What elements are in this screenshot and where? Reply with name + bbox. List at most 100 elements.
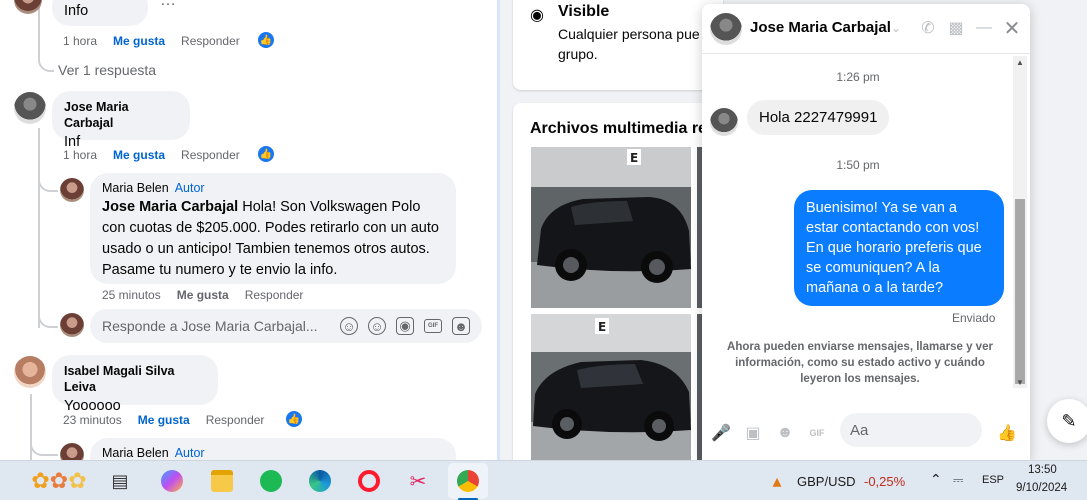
comment-author-line: Maria Belen Autor <box>102 445 444 460</box>
thumbs-up-icon[interactable]: 👍 <box>996 422 1018 444</box>
column-divider <box>497 0 500 460</box>
emoji-icon[interactable]: ☺ <box>368 317 386 335</box>
video-call-icon[interactable]: ▩ <box>946 18 966 38</box>
contact-name[interactable]: Jose Maria Carbajal <box>750 19 891 36</box>
message-placeholder: Aa <box>850 421 869 439</box>
new-message-button[interactable]: ✎ <box>1047 399 1087 443</box>
thread-curve <box>38 160 58 192</box>
gif-icon[interactable]: GIF <box>806 422 828 444</box>
spotify-icon[interactable] <box>256 466 286 496</box>
file-explorer-icon[interactable] <box>207 466 237 496</box>
mention-link[interactable]: Jose Maria Carbajal <box>102 199 238 215</box>
compose-icon: ✎ <box>1061 410 1077 431</box>
thread-curve <box>38 300 58 328</box>
leaf-icon: ✿ <box>68 468 87 493</box>
like-link[interactable]: Me gusta <box>113 148 165 162</box>
visibility-desc-line: Cualquier persona pue <box>558 26 700 42</box>
microphone-icon[interactable]: 🎤 <box>710 422 732 444</box>
avatar[interactable] <box>60 443 84 460</box>
clock-time[interactable]: 13:50 <box>1028 464 1057 476</box>
edge-logo <box>309 470 331 492</box>
minimize-icon[interactable]: — <box>974 18 994 38</box>
my-avatar[interactable] <box>60 313 84 337</box>
photo-icon[interactable]: ▣ <box>742 422 764 444</box>
author-badge: Autor <box>174 446 205 460</box>
contact-avatar[interactable] <box>710 13 742 45</box>
reply-link[interactable]: Responder <box>181 34 240 48</box>
chevron-up-icon[interactable]: ⌃ <box>930 471 942 488</box>
car-photo-image: E <box>531 147 691 308</box>
chevron-down-icon[interactable]: ⌄ <box>886 18 906 38</box>
sticker-icon[interactable]: ☻ <box>774 422 796 444</box>
avatar[interactable] <box>14 92 46 124</box>
message-input[interactable]: Aa <box>840 413 982 447</box>
avatar[interactable] <box>14 356 46 388</box>
comment-time[interactable]: 1 hora <box>63 34 97 48</box>
comment-time[interactable]: 1 hora <box>63 148 97 162</box>
svg-text:E: E <box>630 151 638 165</box>
camera-icon[interactable]: ◉ <box>396 317 414 335</box>
comment-time[interactable]: 25 minutos <box>102 288 161 302</box>
comment-author[interactable]: Maria Belen <box>102 446 169 460</box>
comment-bubble: Jose Maria Carbajal Inf <box>52 91 190 150</box>
opera-icon[interactable] <box>354 466 384 496</box>
more-options-icon[interactable]: … <box>160 0 177 10</box>
gif-icon[interactable]: GIF <box>424 319 442 333</box>
eye-icon: ◉ <box>530 7 544 24</box>
chat-window: Jose Maria Carbajal ⌄ ✆ ▩ — ✕ 1:26 pm Ho… <box>702 4 1030 460</box>
reply-link[interactable]: Responder <box>181 148 240 162</box>
comment-author[interactable]: Maria Belen <box>102 181 169 195</box>
phone-icon[interactable]: ✆ <box>918 18 938 38</box>
avatar-sticker-icon[interactable]: ☺ <box>340 317 358 335</box>
screen: Info … 1 hora Me gusta Responder 👍 Ver 1… <box>0 0 1087 500</box>
scroll-down-arrow[interactable]: ▼ <box>1016 378 1024 387</box>
view-replies-link[interactable]: Ver 1 respuesta <box>58 62 156 78</box>
like-reaction-icon[interactable]: 👍 <box>257 31 275 49</box>
comment-text: Yoooooo <box>64 398 121 414</box>
task-view-icon[interactable]: ▤ <box>105 466 135 496</box>
scrollbar-thumb[interactable] <box>1015 199 1025 384</box>
like-link[interactable]: Me gusta <box>177 288 229 302</box>
scroll-up-arrow[interactable]: ▲ <box>1016 58 1024 67</box>
currency-pair[interactable]: GBP/USD <box>797 474 856 489</box>
snipping-tool-icon[interactable]: ✂ <box>403 466 433 496</box>
close-icon[interactable]: ✕ <box>1002 18 1022 40</box>
comment-author[interactable]: Isabel Magali Silva Leiva <box>64 363 206 395</box>
comment-time[interactable]: 23 minutos <box>63 413 122 427</box>
like-link[interactable]: Me gusta <box>138 413 190 427</box>
timestamp: 1:50 pm <box>836 158 880 172</box>
comment-actions: 1 hora Me gusta Responder <box>63 148 240 162</box>
reply-input[interactable]: Responde a Jose Maria Carbajal... ☺ ☺ ◉ … <box>90 309 482 343</box>
chrome-icon[interactable] <box>448 463 488 499</box>
sticker-icon[interactable]: ☻ <box>452 317 470 335</box>
media-photo[interactable]: E <box>531 147 691 308</box>
like-link[interactable]: Me gusta <box>113 34 165 48</box>
comments-panel: Info … 1 hora Me gusta Responder 👍 Ver 1… <box>0 0 498 460</box>
outgoing-message[interactable]: Buenisimo! Ya se van a estar contactando… <box>794 190 1004 306</box>
like-reaction-icon[interactable]: 👍 <box>257 145 275 163</box>
reply-link[interactable]: Responder <box>206 413 265 427</box>
thread-curve <box>38 40 54 72</box>
thread-line <box>38 128 40 328</box>
widgets-icon[interactable]: ✿ ✿ ✿ <box>28 463 90 499</box>
media-title[interactable]: Archivos multimedia re <box>530 120 707 138</box>
clock-date[interactable]: 9/10/2024 <box>1016 482 1067 494</box>
like-reaction-icon[interactable]: 👍 <box>285 410 303 428</box>
delivery-status: Enviado <box>952 311 996 325</box>
reply-link[interactable]: Responder <box>245 288 304 302</box>
avatar[interactable] <box>60 178 84 202</box>
sender-avatar[interactable] <box>710 108 738 136</box>
stock-chart-icon[interactable]: ▴ <box>762 466 792 496</box>
media-photo[interactable]: E <box>531 314 691 460</box>
currency-change[interactable]: -0,25% <box>864 474 905 489</box>
incoming-message[interactable]: Hola 2227479991 <box>747 100 890 135</box>
comment-author[interactable]: Jose Maria Carbajal <box>64 99 178 131</box>
chat-header[interactable]: Jose Maria Carbajal ⌄ ✆ ▩ — ✕ <box>702 4 1030 54</box>
edge-icon[interactable] <box>305 466 335 496</box>
copilot-icon[interactable] <box>157 466 187 496</box>
comment-bubble: Isabel Magali Silva Leiva Yoooooo <box>52 355 218 414</box>
language-indicator[interactable]: ESP <box>982 474 1004 486</box>
comment-actions: 25 minutos Me gusta Responder <box>102 288 303 302</box>
network-icon[interactable]: ⎓ <box>953 472 963 488</box>
comment-actions: 1 hora Me gusta Responder <box>63 34 240 48</box>
